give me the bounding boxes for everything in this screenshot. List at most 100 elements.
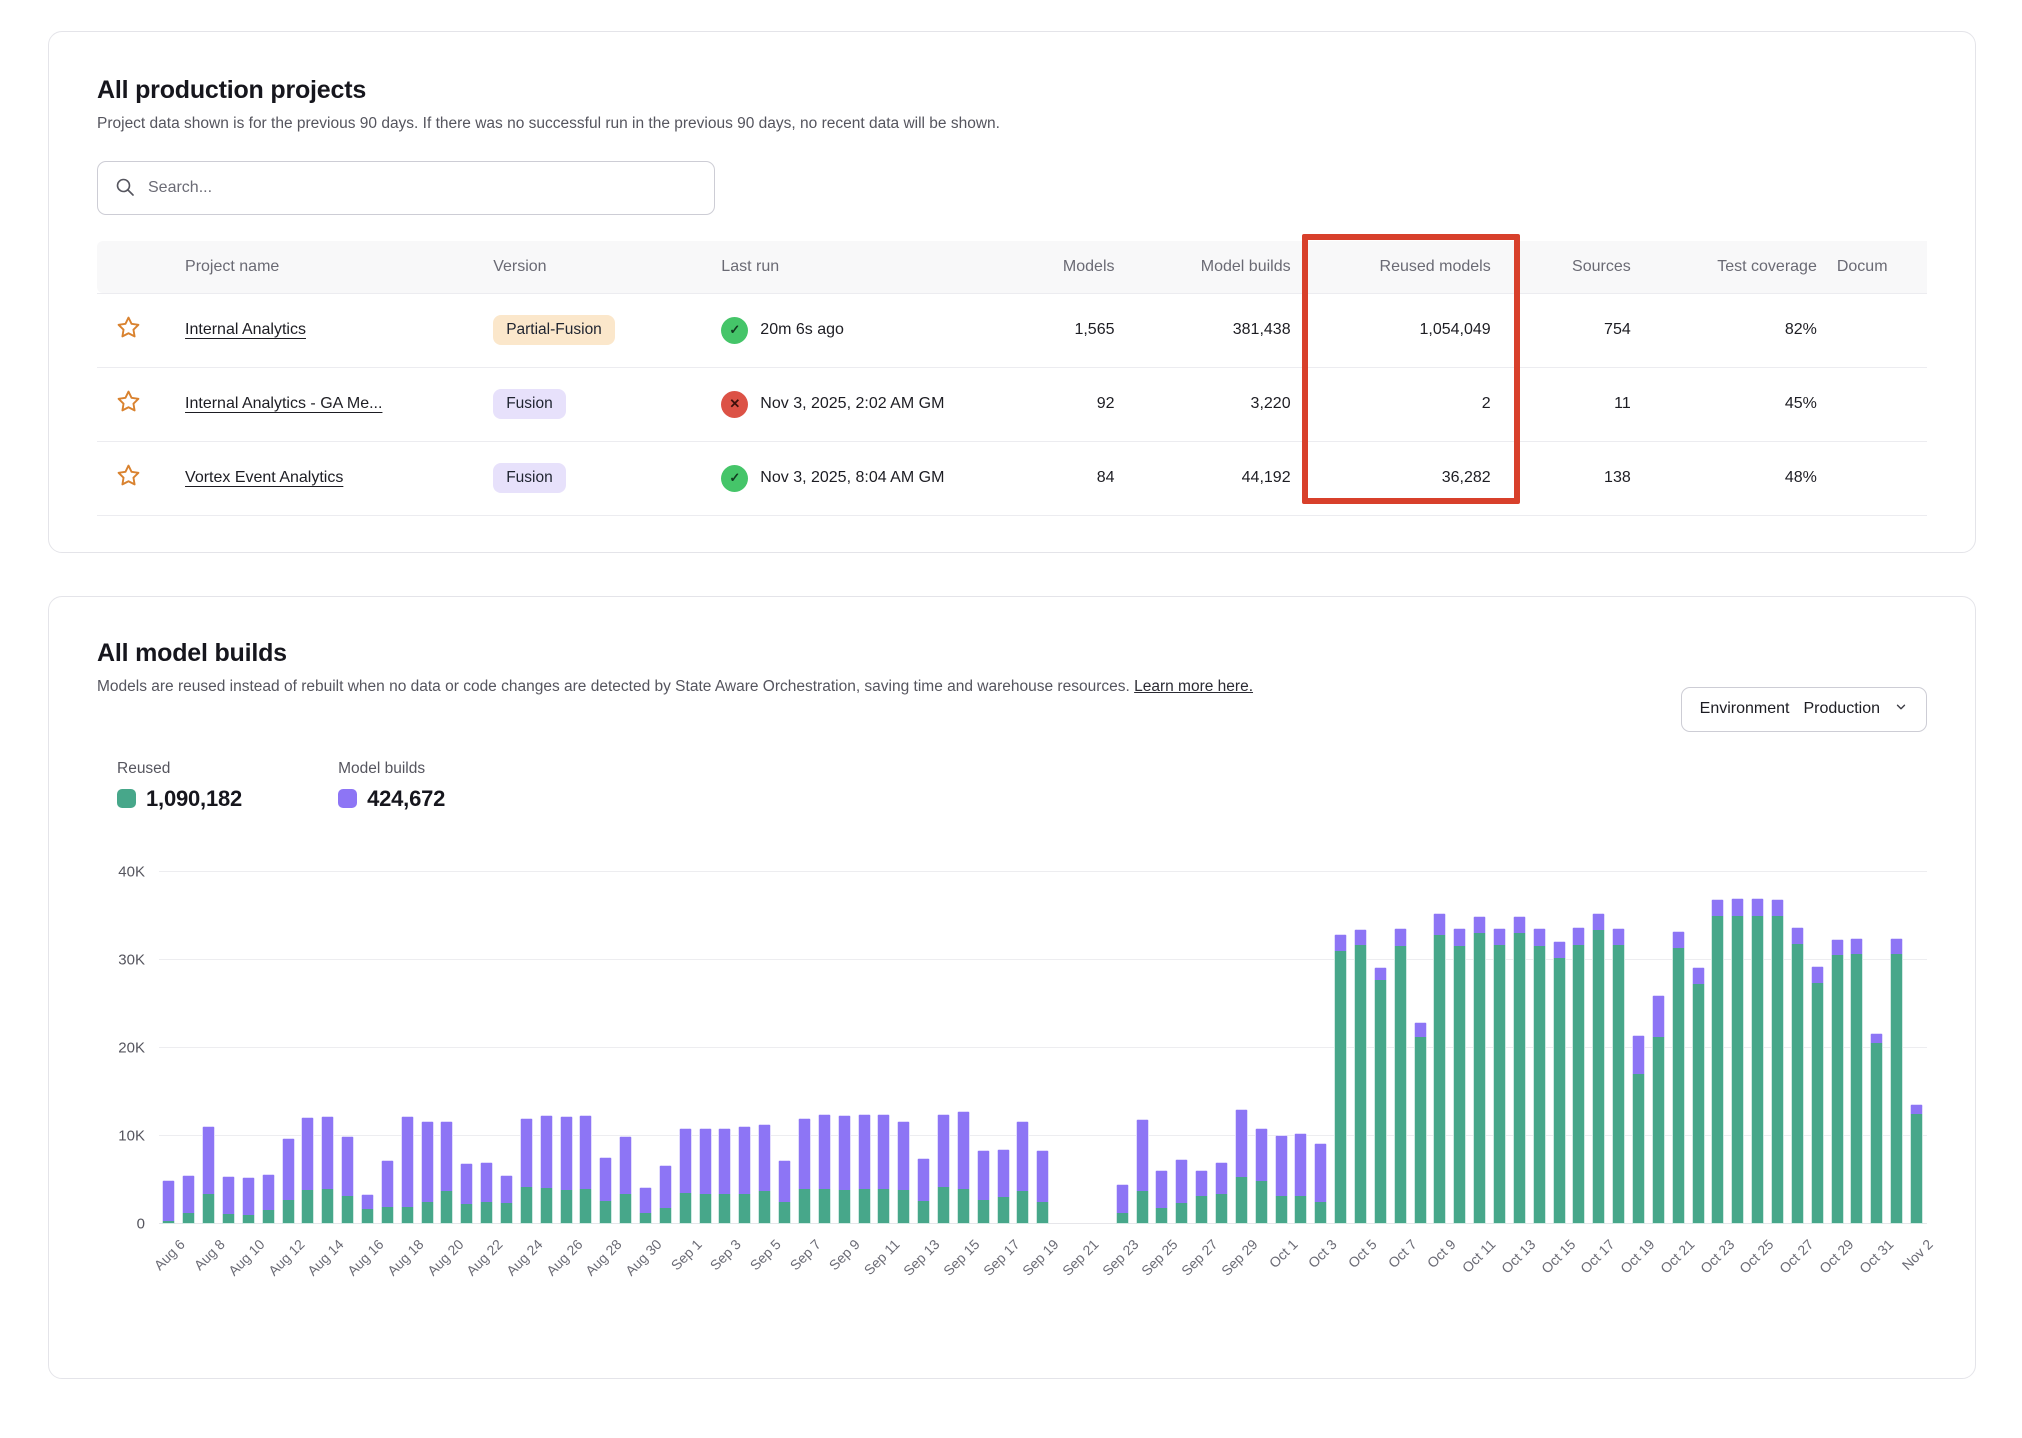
builds-bar-segment bbox=[1771, 899, 1784, 917]
legend-value: 1,090,182 bbox=[146, 786, 242, 812]
stacked-bar bbox=[1731, 898, 1744, 1224]
stacked-bar bbox=[1831, 939, 1844, 1223]
builds-bar-segment bbox=[341, 1136, 354, 1196]
reused-bar-segment bbox=[758, 1191, 771, 1224]
bar-slot bbox=[1807, 860, 1827, 1224]
reused-bar-segment bbox=[1116, 1213, 1129, 1224]
builds-bar-segment bbox=[500, 1175, 513, 1203]
reused-bar-segment bbox=[1175, 1203, 1188, 1223]
builds-bar-segment bbox=[1175, 1159, 1188, 1203]
x-axis-slot: Aug 16 bbox=[358, 1224, 378, 1324]
bar-slot bbox=[179, 860, 199, 1224]
reused-bar-segment bbox=[1533, 946, 1546, 1223]
documentation-cell bbox=[1827, 293, 1927, 367]
stacked-bar bbox=[1433, 913, 1446, 1224]
x-axis-slot bbox=[1251, 1224, 1271, 1324]
bar-slot bbox=[973, 860, 993, 1224]
project-name-link[interactable]: Internal Analytics bbox=[185, 321, 306, 338]
builds-bar-segment bbox=[1255, 1128, 1268, 1181]
reused-swatch bbox=[117, 789, 136, 808]
reused-bar-segment bbox=[1811, 983, 1824, 1223]
stacked-bar bbox=[798, 1118, 811, 1224]
stacked-bar bbox=[1473, 916, 1486, 1224]
builds-bar-segment bbox=[520, 1118, 533, 1188]
reused-bar-segment bbox=[1354, 945, 1367, 1224]
reused-bar-segment bbox=[1592, 930, 1605, 1224]
stacked-bar bbox=[1850, 938, 1863, 1224]
version-badge: Partial-Fusion bbox=[493, 315, 615, 345]
builds-bar-segment bbox=[838, 1115, 851, 1190]
favorite-star-icon[interactable] bbox=[115, 462, 142, 489]
legend-item-reused: Reused 1,090,182 bbox=[117, 760, 242, 812]
reused-bar-segment bbox=[1572, 945, 1585, 1224]
x-axis-slot: Aug 14 bbox=[318, 1224, 338, 1324]
reused-bar-segment bbox=[1255, 1181, 1268, 1223]
builds-bar-segment bbox=[1155, 1170, 1168, 1208]
sources-count: 11 bbox=[1501, 367, 1641, 441]
environment-dropdown[interactable]: Environment Production bbox=[1681, 687, 1927, 732]
reused-bar-segment bbox=[1414, 1037, 1427, 1224]
reused-bar-segment bbox=[1036, 1202, 1049, 1224]
builds-bar-segment bbox=[1711, 899, 1724, 917]
reused-bar-segment bbox=[1314, 1202, 1327, 1224]
builds-bar-segment bbox=[1016, 1121, 1029, 1191]
stacked-bar bbox=[1553, 941, 1566, 1223]
reused-bar-segment bbox=[1731, 916, 1744, 1224]
stacked-bar bbox=[540, 1115, 553, 1223]
projects-section-subtitle: Project data shown is for the previous 9… bbox=[97, 115, 1927, 133]
bar-slot bbox=[1827, 860, 1847, 1224]
bar-slot bbox=[715, 860, 735, 1224]
environment-dropdown-value: Production bbox=[1804, 700, 1881, 718]
search-icon bbox=[115, 177, 135, 202]
stacked-bar bbox=[460, 1163, 473, 1224]
bar-slot bbox=[675, 860, 695, 1224]
stacked-bar bbox=[1493, 928, 1506, 1224]
bar-slot bbox=[1688, 860, 1708, 1224]
builds-bar-segment bbox=[1473, 916, 1486, 934]
stacked-bar bbox=[282, 1138, 295, 1223]
bar-slot bbox=[914, 860, 934, 1224]
builds-bar-segment bbox=[798, 1118, 811, 1189]
x-axis-slot: Sep 23 bbox=[1112, 1224, 1132, 1324]
x-axis-slot: Aug 26 bbox=[556, 1224, 576, 1324]
chevron-down-icon bbox=[1894, 700, 1908, 719]
chart-plot-area bbox=[159, 860, 1927, 1224]
stacked-bar bbox=[957, 1111, 970, 1224]
builds-bar-segment bbox=[639, 1187, 652, 1213]
bar-slot bbox=[1192, 860, 1212, 1224]
stacked-bar bbox=[758, 1124, 771, 1223]
bar-slot bbox=[457, 860, 477, 1224]
x-axis-slot: Sep 11 bbox=[874, 1224, 894, 1324]
bar-slot bbox=[636, 860, 656, 1224]
builds-bar-segment bbox=[381, 1160, 394, 1207]
project-name-link[interactable]: Internal Analytics - GA Me... bbox=[185, 395, 382, 412]
stacked-bar bbox=[1632, 1035, 1645, 1223]
stacked-bar bbox=[480, 1162, 493, 1224]
x-axis-slot: Oct 27 bbox=[1787, 1224, 1807, 1324]
column-header-reused-models: Reused models bbox=[1301, 241, 1501, 293]
reused-bar-segment bbox=[1215, 1194, 1228, 1223]
learn-more-link[interactable]: Learn more here. bbox=[1134, 678, 1253, 695]
search-input[interactable] bbox=[97, 161, 715, 215]
builds-bar-segment bbox=[1672, 931, 1685, 948]
builds-bar-segment bbox=[242, 1177, 255, 1215]
project-name-link[interactable]: Vortex Event Analytics bbox=[185, 469, 343, 486]
favorite-star-icon[interactable] bbox=[115, 314, 142, 341]
reused-bar-segment bbox=[1195, 1196, 1208, 1223]
reused-bar-segment bbox=[182, 1213, 195, 1224]
bar-slot bbox=[1351, 860, 1371, 1224]
bar-slot bbox=[934, 860, 954, 1224]
bar-slot bbox=[1390, 860, 1410, 1224]
bar-slot bbox=[1013, 860, 1033, 1224]
bar-slot bbox=[219, 860, 239, 1224]
builds-bar-segment bbox=[858, 1114, 871, 1190]
legend-label: Reused bbox=[117, 760, 242, 778]
x-axis: Aug 6Aug 8Aug 10Aug 12Aug 14Aug 16Aug 18… bbox=[159, 1224, 1927, 1324]
x-axis-slot: Oct 29 bbox=[1827, 1224, 1847, 1324]
stacked-bar bbox=[301, 1117, 314, 1223]
builds-bar-segment bbox=[917, 1158, 930, 1201]
favorite-star-icon[interactable] bbox=[115, 388, 142, 415]
builds-bar-segment bbox=[1612, 928, 1625, 946]
stacked-bar bbox=[1394, 928, 1407, 1224]
builds-bar-segment bbox=[1453, 928, 1466, 946]
